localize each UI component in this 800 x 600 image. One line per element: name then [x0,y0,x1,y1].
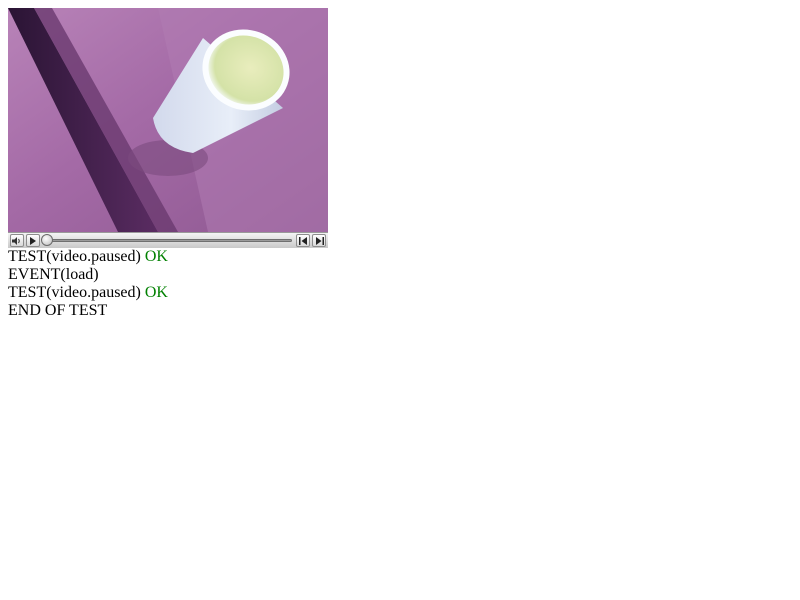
play-icon [30,236,36,245]
test-log: TEST(video.paused) OK EVENT(load) TEST(v… [8,248,168,320]
log-text: EVENT(load) [8,266,99,283]
play-button[interactable] [26,234,40,247]
timeline-track[interactable] [44,239,292,242]
step-back-button[interactable] [296,234,310,247]
step-forward-button[interactable] [312,234,326,247]
step-back-icon [298,236,307,245]
status-ok: OK [144,284,168,301]
log-line: END OF TEST [8,302,168,320]
video-frame [8,8,328,232]
video-player[interactable] [8,8,328,248]
log-text: TEST(video.paused) [8,248,141,265]
video-controls [8,232,328,248]
speaker-icon [12,236,20,245]
timeline-thumb[interactable] [41,234,53,246]
log-line: TEST(video.paused) OK [8,248,168,266]
log-text: END OF TEST [8,302,108,319]
log-line: TEST(video.paused) OK [8,284,168,302]
status-ok: OK [144,248,168,265]
log-line: EVENT(load) [8,266,168,284]
log-text: TEST(video.paused) [8,284,141,301]
volume-button[interactable] [10,234,24,247]
step-forward-icon [315,236,324,245]
